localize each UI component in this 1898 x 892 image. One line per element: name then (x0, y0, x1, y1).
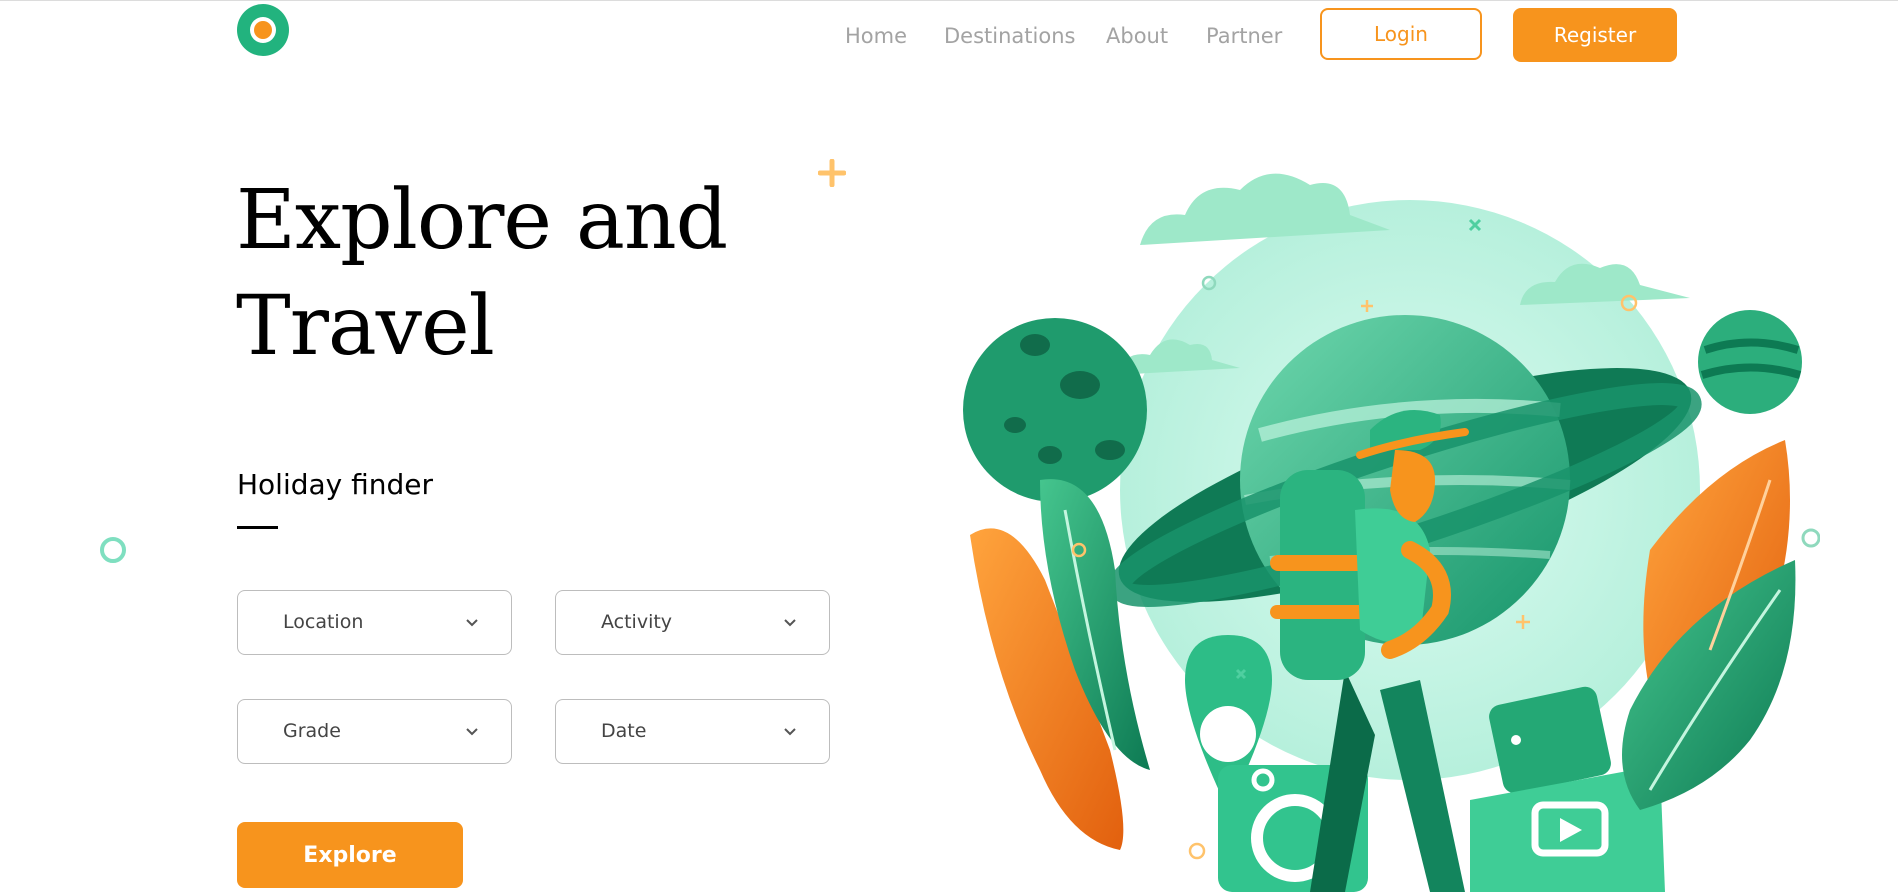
chevron-down-icon (784, 728, 796, 736)
date-select[interactable]: Date (555, 699, 830, 764)
title-underline (237, 526, 278, 529)
holiday-finder-title: Holiday finder (237, 468, 434, 501)
page-title: Explore and Travel (236, 168, 756, 380)
chevron-down-icon (466, 728, 478, 736)
nav-partner[interactable]: Partner (1206, 24, 1282, 48)
decorative-ring (100, 537, 126, 563)
grade-select[interactable]: Grade (237, 699, 512, 764)
plus-sparkle-icon (818, 159, 846, 187)
nav-about[interactable]: About (1106, 24, 1168, 48)
activity-select[interactable]: Activity (555, 590, 830, 655)
grade-select-label: Grade (283, 720, 341, 742)
chevron-down-icon (466, 619, 478, 627)
travel-illustration (963, 173, 1820, 892)
chevron-down-icon (784, 619, 796, 627)
title-line-1: Explore and (236, 173, 728, 268)
moon-planet (963, 318, 1147, 502)
location-select-label: Location (283, 611, 364, 633)
small-planet (1698, 310, 1802, 414)
logo-dot (254, 21, 272, 39)
login-button[interactable]: Login (1320, 8, 1482, 60)
nav-destinations[interactable]: Destinations (944, 24, 1075, 48)
logo-icon[interactable] (237, 4, 289, 56)
left-plants (970, 479, 1150, 850)
title-line-2: Travel (236, 279, 495, 374)
date-select-label: Date (601, 720, 647, 742)
explore-button[interactable]: Explore (237, 822, 463, 888)
activity-select-label: Activity (601, 611, 673, 633)
top-border (0, 0, 1898, 1)
register-button[interactable]: Register (1513, 8, 1677, 62)
nav-home[interactable]: Home (845, 24, 907, 48)
location-select[interactable]: Location (237, 590, 512, 655)
